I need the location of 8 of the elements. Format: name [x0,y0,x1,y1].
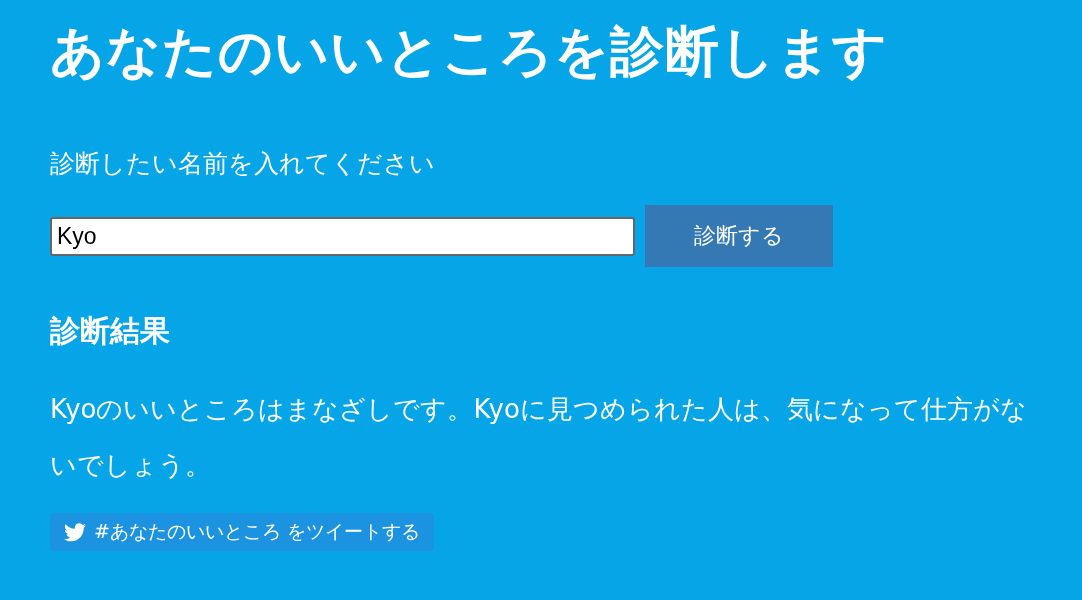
name-input-field[interactable]: Kyo [50,216,635,256]
bird-icon [64,522,86,542]
result-text: Kyoのいいところはまなざしです。Kyoに見つめられた人は、気になって仕方がないでしょう。 [50,393,1028,482]
input-label: 診断したい名前を入れてください [50,148,436,180]
tweet-button[interactable]: #あなたのいいところ をツイートする [50,513,434,551]
diagnose-button[interactable]: 診断する [645,205,833,267]
page-title: あなたのいいところを診断します [50,19,889,85]
result-heading: 診断結果 [50,312,171,350]
